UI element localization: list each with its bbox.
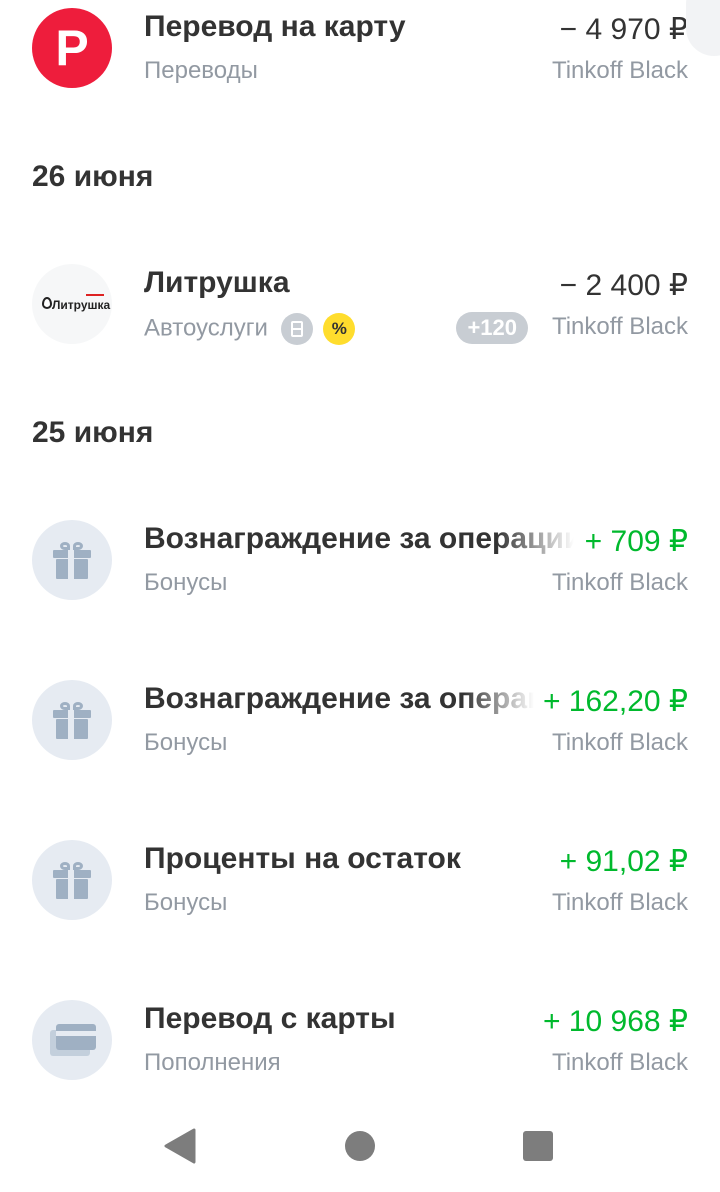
transaction-category: Бонусы: [144, 569, 228, 596]
transaction-amount: − 4 970 ₽: [559, 13, 688, 46]
merchant-logo: Литрушка: [32, 264, 112, 344]
gift-icon: [32, 520, 112, 600]
transaction-row[interactable]: Вознаграждение за операции Бонусы + 709 …: [0, 512, 720, 622]
transaction-account: Tinkoff Black: [551, 729, 688, 756]
gift-icon: [32, 840, 112, 920]
transaction-title: Перевод с карты: [144, 1002, 396, 1035]
home-icon[interactable]: [344, 1130, 376, 1162]
transaction-category: Переводы: [144, 57, 258, 84]
date-header: 26 июня: [32, 160, 154, 193]
b-badge-icon: [280, 313, 313, 345]
transaction-title: Вознаграждение за операции: [144, 682, 534, 715]
transaction-title: Проценты на остаток: [144, 842, 461, 875]
percent-badge-icon: %: [323, 313, 356, 345]
transaction-category: Бонусы: [144, 729, 228, 756]
date-header: 25 июня: [32, 416, 154, 449]
transaction-amount: + 162,20 ₽: [542, 685, 688, 718]
system-nav-bar: [0, 1100, 720, 1192]
transaction-row[interactable]: Литрушка Литрушка Автоуслуги % − 2 400 ₽…: [0, 256, 720, 366]
transaction-amount: + 91,02 ₽: [559, 845, 688, 878]
recents-icon[interactable]: [522, 1130, 554, 1162]
transaction-category: Пополнения: [144, 1049, 281, 1076]
back-icon[interactable]: [164, 1128, 196, 1164]
transaction-amount: − 2 400 ₽: [559, 269, 688, 302]
transaction-row[interactable]: Перевод с карты Пополнения + 10 968 ₽ Ti…: [0, 992, 720, 1102]
transaction-row[interactable]: P Перевод на карту Переводы − 4 970 ₽ Ti…: [0, 0, 720, 110]
transaction-title: Литрушка: [144, 266, 290, 299]
transaction-account: Tinkoff Black: [551, 313, 688, 340]
letter-p-icon: P: [32, 8, 112, 88]
transaction-amount: + 10 968 ₽: [542, 1005, 688, 1038]
transaction-account: Tinkoff Black: [551, 889, 688, 916]
fuel-drop-icon: [42, 297, 52, 309]
card-icon: [32, 1000, 112, 1080]
transaction-category: Автоуслуги: [144, 314, 268, 342]
scroll-handle[interactable]: [686, 0, 720, 56]
transaction-category: Бонусы: [144, 889, 228, 916]
transaction-category-group: Автоуслуги %: [144, 313, 356, 345]
cashback-badge: +120: [456, 312, 528, 344]
transaction-title: Перевод на карту: [144, 10, 406, 43]
transaction-title: Вознаграждение за операции: [144, 522, 574, 555]
transaction-row[interactable]: Проценты на остаток Бонусы + 91,02 ₽ Tin…: [0, 832, 720, 942]
transaction-account: Tinkoff Black: [551, 1049, 688, 1076]
transaction-row[interactable]: Вознаграждение за операции Бонусы + 162,…: [0, 672, 720, 782]
transaction-account: Tinkoff Black: [551, 57, 688, 84]
transaction-amount: + 709 ₽: [584, 525, 688, 558]
gift-icon: [32, 680, 112, 760]
transaction-account: Tinkoff Black: [551, 569, 688, 596]
